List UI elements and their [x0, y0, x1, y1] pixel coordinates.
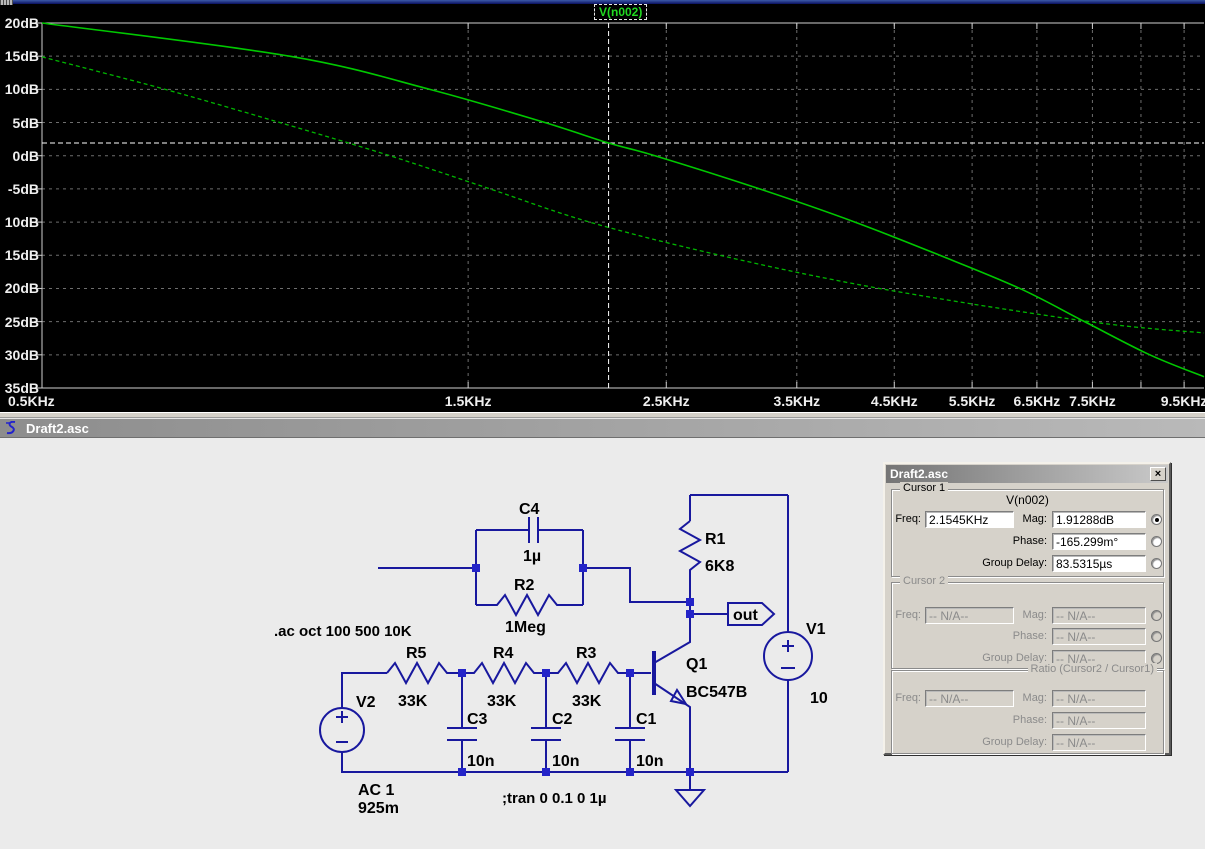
- label-r5[interactable]: R5: [406, 645, 427, 662]
- phase-label: Phase:: [1012, 535, 1047, 547]
- cursor1-mag-radio[interactable]: [1151, 514, 1162, 525]
- label-c1[interactable]: C1: [636, 711, 657, 728]
- cursor2-phase-radio[interactable]: [1151, 631, 1162, 642]
- cursor1-group-delay-input[interactable]: [1052, 555, 1146, 572]
- mag-label: Mag:: [1022, 513, 1047, 525]
- freq-label: Freq:: [895, 609, 921, 621]
- ratio-phase-input[interactable]: [1052, 712, 1146, 729]
- cursor2-mag-radio[interactable]: [1151, 610, 1162, 621]
- label-r3-value[interactable]: 33K: [572, 693, 602, 710]
- cursor1-mag-input[interactable]: [1052, 511, 1146, 528]
- ratio-group: Ratio (Cursor2 / Cursor1) Freq: Mag: Pha…: [891, 663, 1164, 754]
- label-q1[interactable]: Q1: [686, 656, 707, 673]
- cursor-dialog-title-text: Draft2.asc: [890, 467, 949, 481]
- label-r4[interactable]: R4: [493, 645, 514, 662]
- label-q1-value[interactable]: BC547B: [686, 684, 747, 701]
- label-v2[interactable]: V2: [356, 694, 376, 711]
- label-c3[interactable]: C3: [467, 711, 488, 728]
- label-v2-amplitude[interactable]: 925m: [358, 800, 399, 817]
- cursor1-trace-name: V(n002): [1006, 493, 1049, 507]
- label-c4[interactable]: C4: [519, 501, 540, 518]
- cursor2-mag-input[interactable]: [1052, 607, 1146, 624]
- freq-label: Freq:: [895, 513, 921, 525]
- junction-dots: [458, 564, 694, 776]
- ac-directive-text[interactable]: .ac oct 100 500 10K: [274, 623, 412, 640]
- cursor2-group: Cursor 2 Freq: Mag: Phase: Group Delay:: [891, 575, 1164, 669]
- label-r2[interactable]: R2: [514, 577, 535, 594]
- cursor1-group-delay-radio[interactable]: [1151, 558, 1162, 569]
- freq-label: Freq:: [895, 692, 921, 704]
- cursor-dialog: Draft2.asc × Cursor 1 V(n002) Freq: Mag:…: [883, 462, 1171, 755]
- component-labels: C4 1µ R2 1Meg R1 6K8 out V1 10 Q1 BC547B…: [274, 501, 828, 817]
- cursor1-group: Cursor 1 V(n002) Freq: Mag: Phase: Group…: [891, 482, 1164, 577]
- label-c2[interactable]: C2: [552, 711, 573, 728]
- ltspice-window: V(n002) 20dB 15dB 10dB 5dB 0dB -5dB 10dB 15dB 20…: [0, 0, 1205, 849]
- group-delay-label: Group Delay:: [982, 736, 1047, 748]
- label-c4-value[interactable]: 1µ: [523, 548, 541, 565]
- label-r4-value[interactable]: 33K: [487, 693, 517, 710]
- mag-label: Mag:: [1022, 609, 1047, 621]
- group-delay-label: Group Delay:: [982, 557, 1047, 569]
- cursor1-phase-input[interactable]: [1052, 533, 1146, 550]
- label-v1[interactable]: V1: [806, 621, 826, 638]
- phase-label: Phase:: [1012, 714, 1047, 726]
- label-r1-value[interactable]: 6K8: [705, 558, 734, 575]
- ratio-mag-input[interactable]: [1052, 690, 1146, 707]
- ratio-group-delay-input[interactable]: [1052, 734, 1146, 751]
- label-r3[interactable]: R3: [576, 645, 597, 662]
- cursor2-phase-input[interactable]: [1052, 628, 1146, 645]
- label-r2-value[interactable]: 1Meg: [505, 619, 546, 636]
- label-c2-value[interactable]: 10n: [552, 753, 580, 770]
- tran-directive-text[interactable]: ;tran 0 0.1 0 1µ: [502, 790, 607, 807]
- ratio-legend: Ratio (Cursor2 / Cursor1): [1027, 663, 1157, 675]
- cursor2-legend: Cursor 2: [900, 575, 949, 587]
- cursor-dialog-titlebar[interactable]: Draft2.asc ×: [886, 465, 1168, 483]
- label-r5-value[interactable]: 33K: [398, 693, 428, 710]
- label-c1-value[interactable]: 10n: [636, 753, 664, 770]
- cursor1-phase-radio[interactable]: [1151, 536, 1162, 547]
- phase-label: Phase:: [1012, 630, 1047, 642]
- label-r1[interactable]: R1: [705, 531, 726, 548]
- label-out-net[interactable]: out: [733, 607, 759, 624]
- label-v1-value[interactable]: 10: [810, 690, 828, 707]
- label-c3-value[interactable]: 10n: [467, 753, 495, 770]
- mag-label: Mag:: [1022, 692, 1047, 704]
- label-v2-ac[interactable]: AC 1: [358, 782, 395, 799]
- close-icon[interactable]: ×: [1150, 467, 1166, 481]
